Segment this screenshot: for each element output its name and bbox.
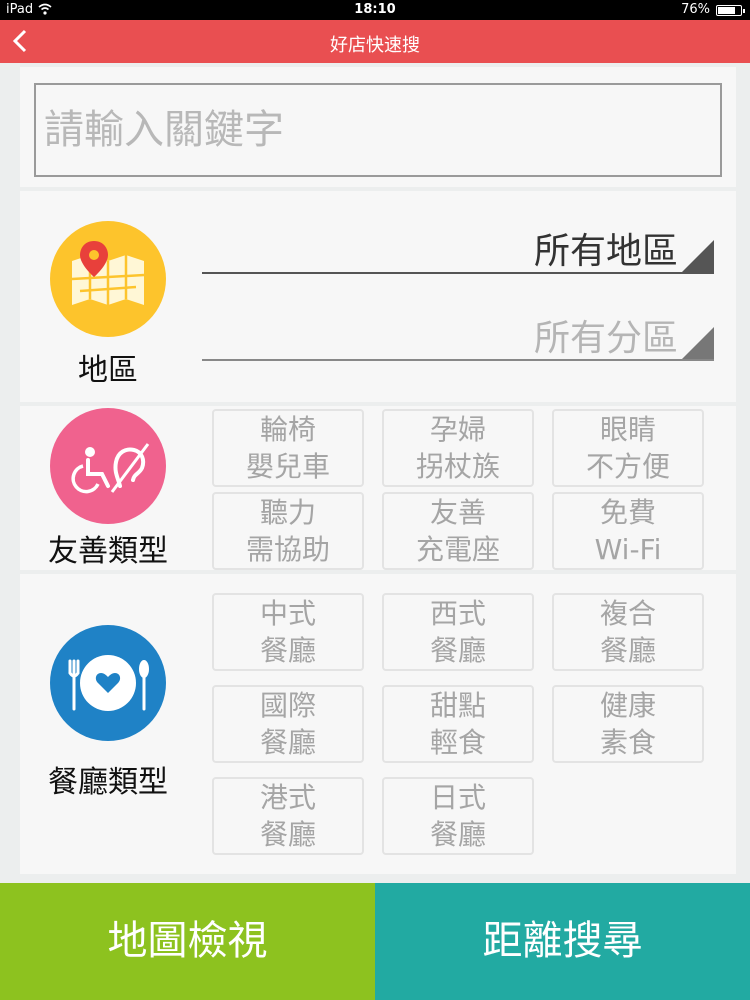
status-bar: iPad 18:10 76% <box>0 0 750 20</box>
distance-search-button[interactable]: 距離搜尋 <box>375 883 750 1000</box>
region-select[interactable]: 所有地區 <box>202 218 714 274</box>
option-label: 需協助 <box>245 533 330 566</box>
app-screen: iPad 18:10 76% 好店快速搜 請輸入關鍵字 地區 所有地區 所有分區… <box>0 0 750 1000</box>
restaurant-option-5[interactable]: 健康 素食 <box>552 685 704 763</box>
nav-bar: 好店快速搜 <box>0 20 750 63</box>
option-label: 眼睛 <box>599 413 656 446</box>
restaurant-option-4[interactable]: 甜點 輕食 <box>382 685 534 763</box>
option-label: 餐廳 <box>429 634 486 667</box>
friendly-label: 友善類型 <box>48 534 168 569</box>
option-label: 輪椅 <box>259 413 316 446</box>
option-label: 拐杖族 <box>415 450 500 483</box>
region-value: 所有地區 <box>533 231 678 272</box>
option-label: 餐廳 <box>429 818 486 851</box>
accessibility-icon <box>50 408 166 524</box>
friendly-option-1[interactable]: 孕婦 拐杖族 <box>382 409 534 487</box>
dining-icon <box>50 625 166 741</box>
option-label: 國際 <box>259 689 316 722</box>
option-label: 免費 <box>599 496 656 529</box>
dropdown-arrow-icon <box>682 240 714 272</box>
option-label: 聽力 <box>259 496 316 529</box>
option-label: 餐廳 <box>259 634 316 667</box>
option-label: 充電座 <box>415 533 500 566</box>
restaurant-option-2[interactable]: 複合 餐廳 <box>552 593 704 671</box>
option-label: 健康 <box>599 689 656 722</box>
option-label: 餐廳 <box>599 634 656 667</box>
restaurant-label: 餐廳類型 <box>48 765 168 800</box>
option-label: 餐廳 <box>259 818 316 851</box>
option-label: 日式 <box>429 781 486 814</box>
option-label: 複合 <box>599 597 656 630</box>
option-label: 中式 <box>259 597 316 630</box>
search-panel <box>20 67 736 187</box>
keyword-search-input[interactable] <box>34 83 722 177</box>
restaurant-option-0[interactable]: 中式 餐廳 <box>212 593 364 671</box>
restaurant-option-6[interactable]: 港式 餐廳 <box>212 777 364 855</box>
option-label: 港式 <box>259 781 316 814</box>
option-label: 餐廳 <box>259 726 316 759</box>
option-label: 甜點 <box>429 689 486 722</box>
option-label: 友善 <box>429 496 486 529</box>
friendly-option-0[interactable]: 輪椅 嬰兒車 <box>212 409 364 487</box>
friendly-option-3[interactable]: 聽力 需協助 <box>212 492 364 570</box>
battery-percent: 76% <box>681 2 710 17</box>
clock: 18:10 <box>354 2 396 17</box>
area-panel: 地區 所有地區 所有分區 <box>20 191 736 402</box>
option-label: 素食 <box>599 726 656 759</box>
option-label: 嬰兒車 <box>245 450 330 483</box>
option-label: 不方便 <box>585 450 670 483</box>
battery-fill <box>718 7 735 14</box>
district-value: 所有分區 <box>533 318 678 359</box>
battery-icon <box>716 5 745 16</box>
restaurant-option-7[interactable]: 日式 餐廳 <box>382 777 534 855</box>
map-view-button[interactable]: 地圖檢視 <box>0 883 375 1000</box>
district-select[interactable]: 所有分區 <box>202 305 714 361</box>
option-label: 孕婦 <box>429 413 486 446</box>
page-title: 好店快速搜 <box>330 35 420 56</box>
map-pin-icon <box>50 221 166 337</box>
restaurant-option-3[interactable]: 國際 餐廳 <box>212 685 364 763</box>
option-label: Wi-Fi <box>594 533 662 566</box>
friendly-option-4[interactable]: 友善 充電座 <box>382 492 534 570</box>
dropdown-arrow-icon <box>682 327 714 359</box>
friendly-option-5[interactable]: 免費 Wi-Fi <box>552 492 704 570</box>
option-label: 輕食 <box>429 726 486 759</box>
area-label: 地區 <box>78 353 138 388</box>
option-label: 西式 <box>429 597 486 630</box>
restaurant-option-1[interactable]: 西式 餐廳 <box>382 593 534 671</box>
friendly-option-2[interactable]: 眼睛 不方便 <box>552 409 704 487</box>
